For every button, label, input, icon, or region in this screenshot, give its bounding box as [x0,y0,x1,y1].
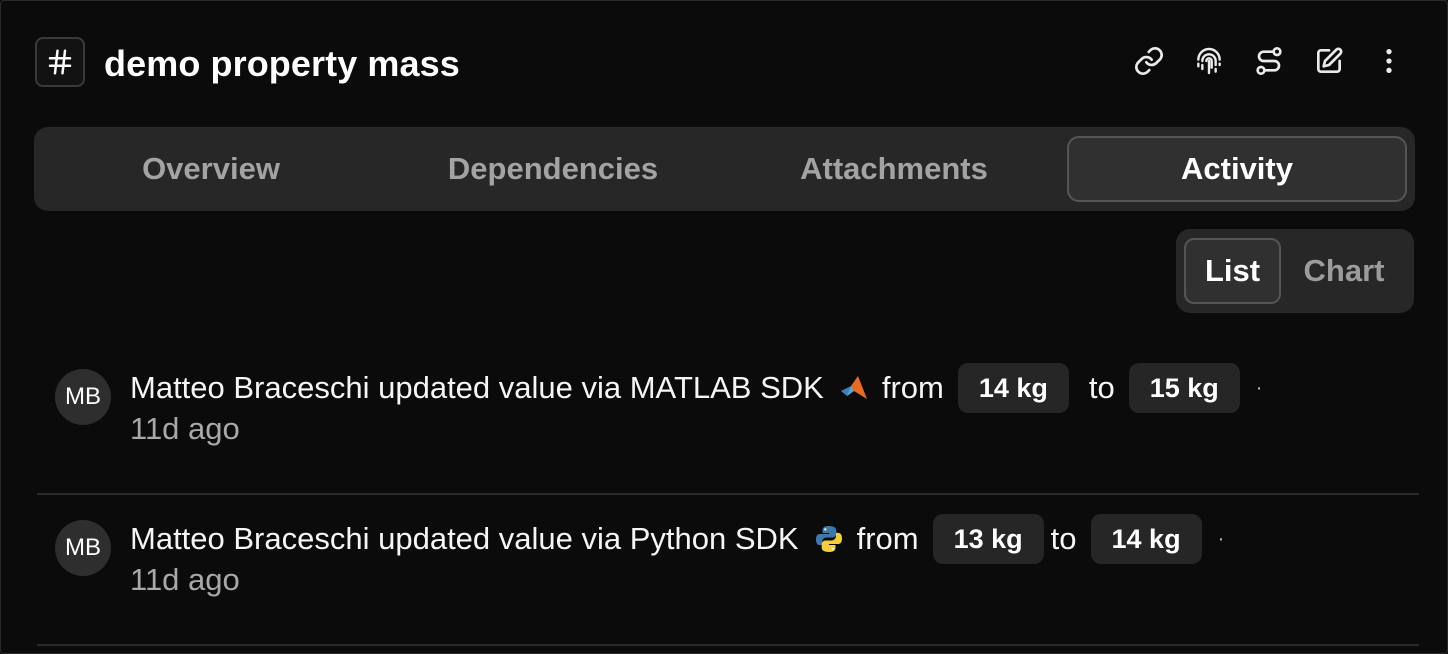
tab-overview[interactable]: Overview [41,136,381,202]
timestamp: 11d ago [130,411,240,446]
from-label: from [881,370,944,405]
separator-dot: · [1217,527,1225,550]
activity-text: Matteo Braceschi updated value via MATLA… [130,370,824,405]
link-icon[interactable] [1131,43,1167,79]
route-icon[interactable] [1251,43,1287,79]
hash-icon [35,37,85,87]
activity-item: MB Matteo Braceschi updated value via Py… [37,495,1419,646]
activity-item: MB Matteo Braceschi updated value via MA… [37,344,1419,495]
from-value-badge: 13 kg [932,514,1044,564]
activity-text: Matteo Braceschi updated value via Pytho… [130,521,799,556]
activity-panel: demo property mass Overview Dependencies… [0,0,1448,654]
tab-dependencies[interactable]: Dependencies [383,136,723,202]
header-actions [1107,43,1407,79]
python-icon [813,523,845,555]
avatar: MB [55,520,111,576]
tab-attachments[interactable]: Attachments [724,136,1064,202]
matlab-icon [838,372,870,404]
header: demo property mass [35,37,1407,89]
fingerprint-icon[interactable] [1191,43,1227,79]
avatar: MB [55,369,111,425]
to-value-badge: 15 kg [1128,363,1240,413]
chart-view-button[interactable]: Chart [1288,238,1400,304]
more-vertical-icon[interactable] [1371,43,1407,79]
from-value-badge: 14 kg [957,363,1069,413]
tab-activity[interactable]: Activity [1067,136,1407,202]
from-label: from [856,521,919,556]
activity-description: Matteo Braceschi updated value via Pytho… [130,513,1224,565]
separator-dot: · [1255,376,1263,399]
edit-icon[interactable] [1311,43,1347,79]
to-label: to [1050,521,1077,556]
activity-description: Matteo Braceschi updated value via MATLA… [130,362,1262,414]
timestamp: 11d ago [130,562,240,597]
list-view-button[interactable]: List [1184,238,1281,304]
view-toggle: List Chart [1176,229,1414,313]
to-value-badge: 14 kg [1090,514,1202,564]
tab-bar: Overview Dependencies Attachments Activi… [34,127,1415,211]
page-title: demo property mass [104,43,460,84]
to-label: to [1088,370,1115,405]
